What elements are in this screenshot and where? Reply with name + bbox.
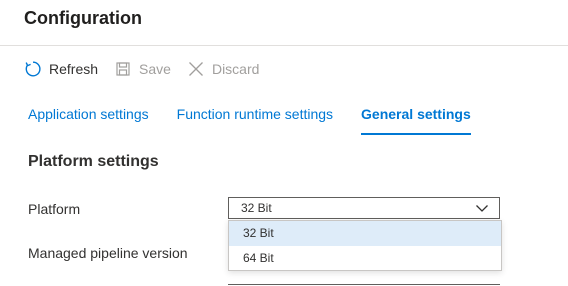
tab-application-settings[interactable]: Application settings — [28, 106, 149, 132]
platform-dropdown-list: 32 Bit 64 Bit — [228, 220, 502, 271]
discard-label: Discard — [211, 61, 260, 77]
tab-general-settings[interactable]: General settings — [361, 106, 471, 135]
option-32-bit[interactable]: 32 Bit — [229, 221, 501, 246]
refresh-label: Refresh — [49, 61, 99, 77]
pipeline-dropdown-edge[interactable] — [228, 284, 500, 285]
platform-dropdown-value: 32 Bit — [241, 201, 272, 215]
save-label: Save — [139, 61, 171, 77]
section-title: Platform settings — [28, 153, 159, 170]
option-64-bit[interactable]: 64 Bit — [229, 246, 501, 271]
refresh-icon — [24, 60, 42, 78]
title-divider — [0, 45, 568, 46]
tab-bar: Application settings Function runtime se… — [28, 106, 499, 135]
platform-label: Platform — [28, 201, 81, 217]
pipeline-label: Managed pipeline version — [28, 245, 188, 261]
discard-button[interactable]: Discard — [187, 60, 259, 78]
tab-function-runtime-settings[interactable]: Function runtime settings — [177, 106, 333, 132]
platform-dropdown[interactable]: 32 Bit — [228, 197, 500, 219]
refresh-button[interactable]: Refresh — [24, 60, 98, 78]
save-button[interactable]: Save — [114, 60, 171, 78]
toolbar: Refresh Save Discard — [24, 58, 275, 80]
chevron-down-icon — [475, 201, 489, 215]
configuration-page: Configuration Refresh Save Discard Appli… — [0, 0, 568, 286]
save-icon — [114, 60, 132, 78]
page-title: Configuration — [24, 8, 142, 28]
close-icon — [187, 60, 205, 78]
